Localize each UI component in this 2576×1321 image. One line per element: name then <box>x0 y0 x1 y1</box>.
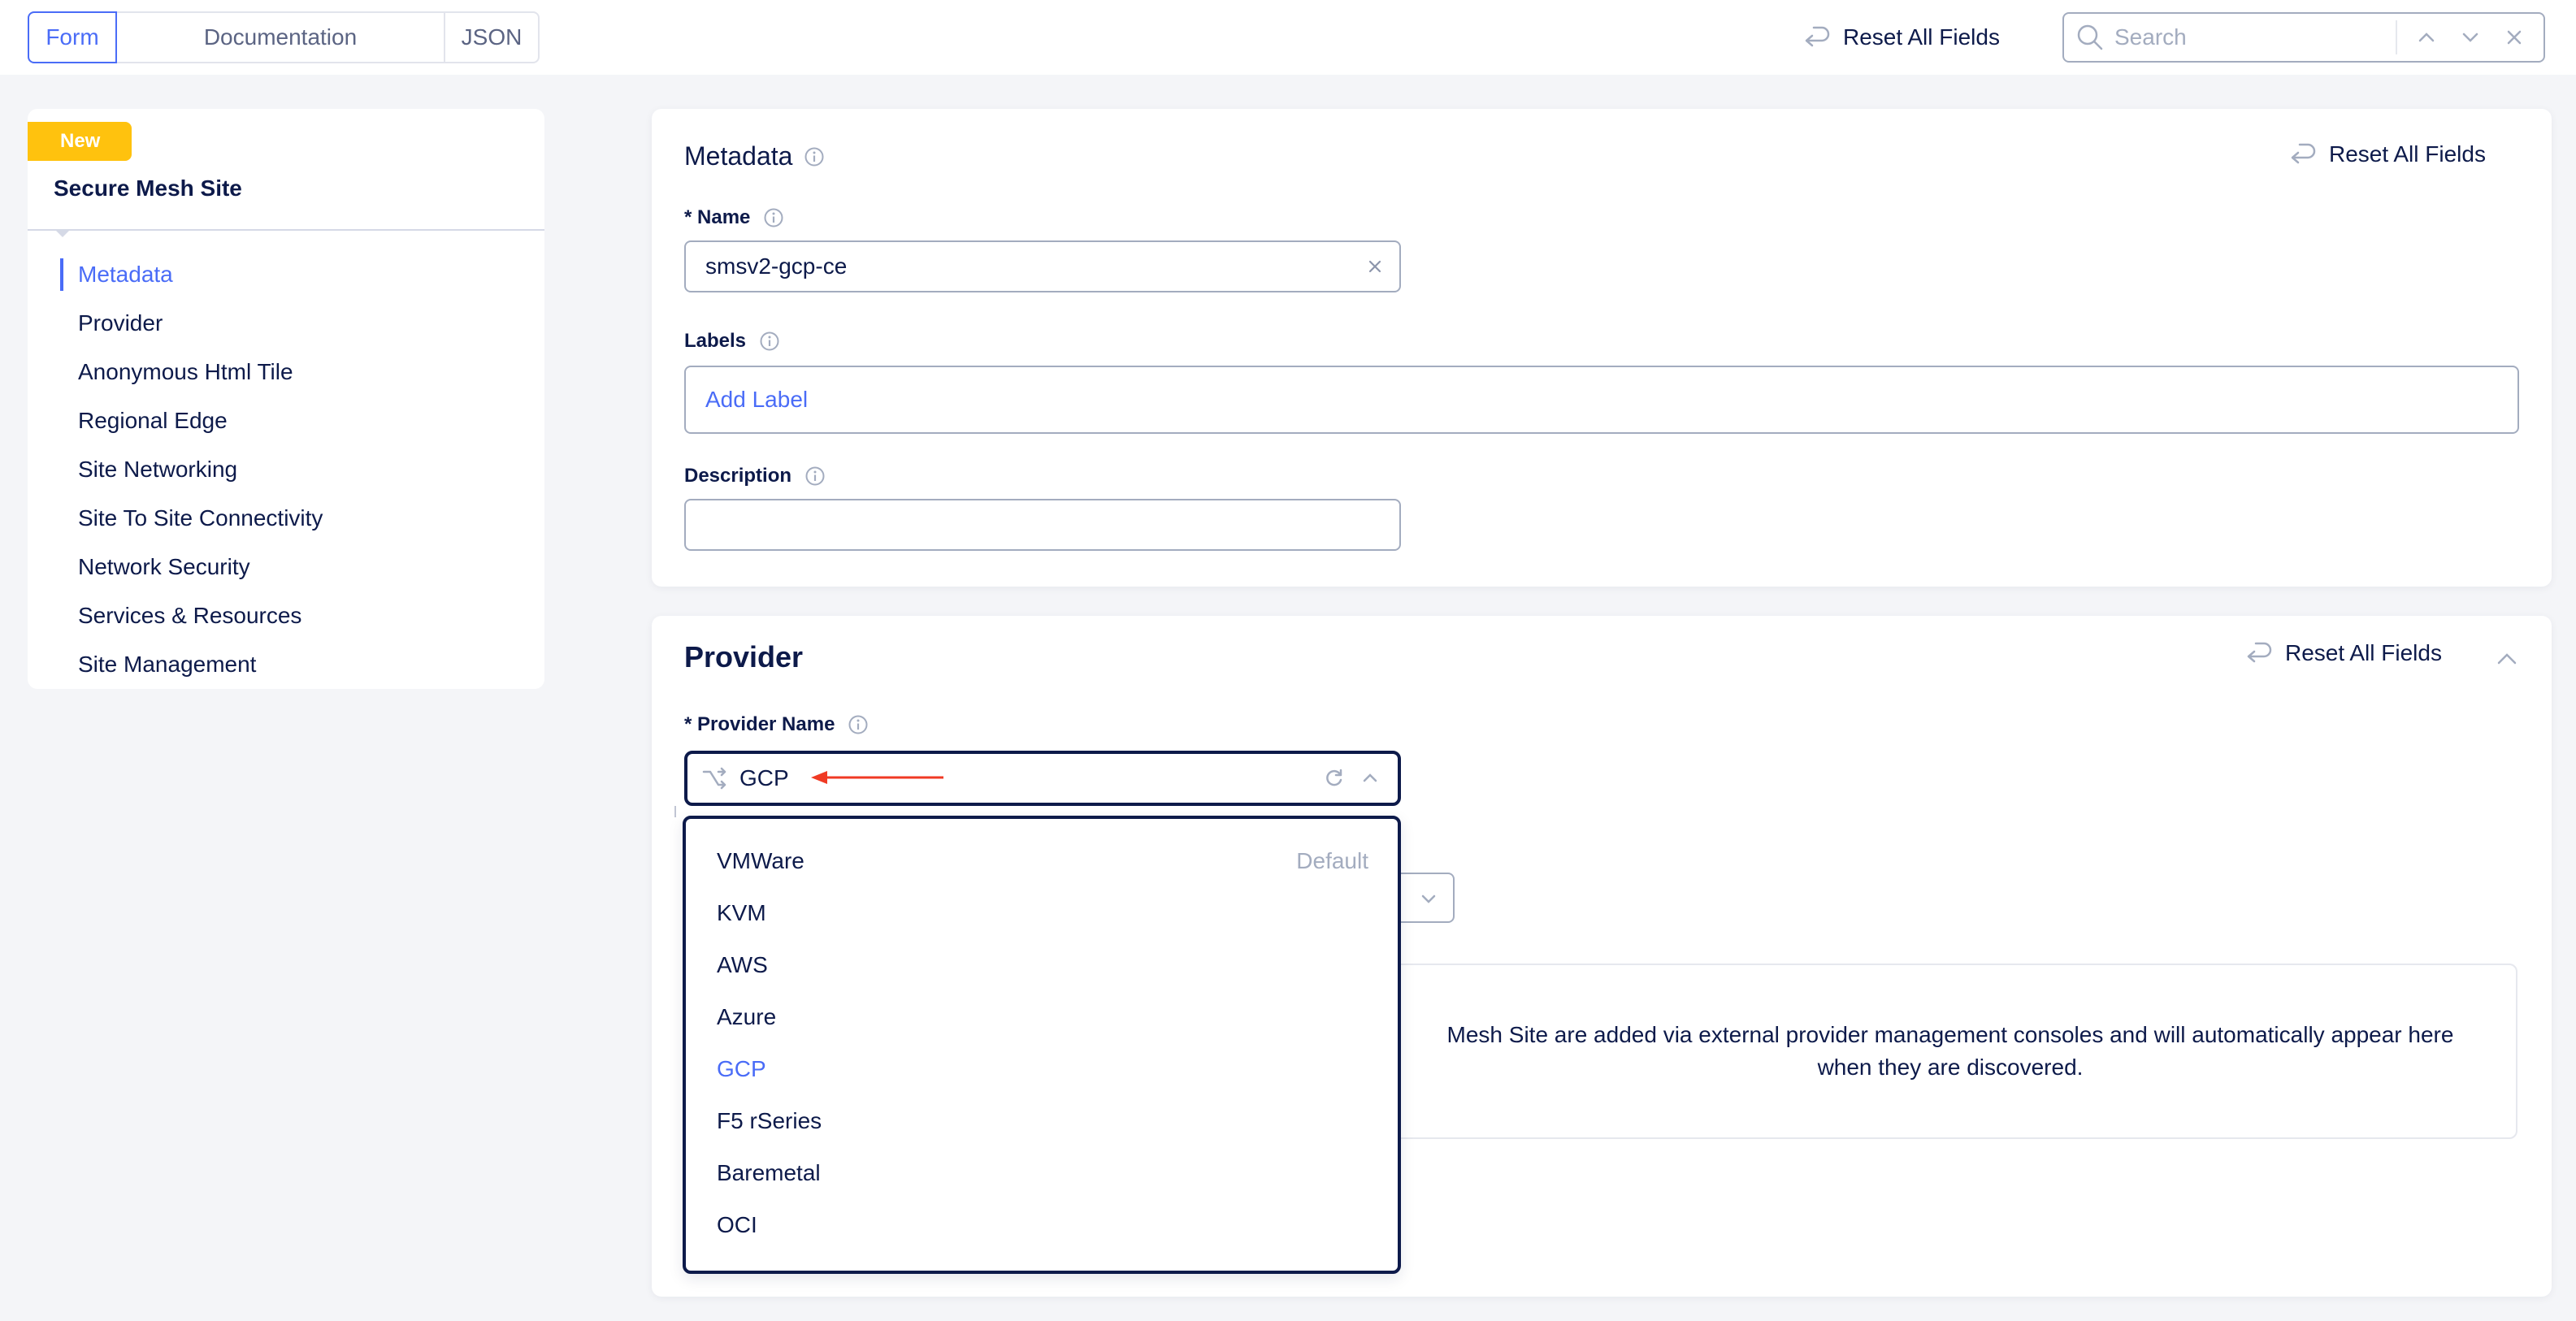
sidebar-item-network-security[interactable]: Network Security <box>28 543 544 591</box>
close-icon <box>2507 30 2522 45</box>
option-label: VMWare <box>717 848 804 873</box>
provider-dropdown-menu: VMWare Default KVM AWS Azure GCP F5 rSer… <box>683 816 1401 1274</box>
undo-icon <box>2247 642 2272 663</box>
sidebar-item-regional-edge[interactable]: Regional Edge <box>28 396 544 445</box>
option-label: KVM <box>717 900 766 925</box>
labels-input[interactable]: Add Label <box>684 366 2519 434</box>
default-tag: Default <box>1296 848 1368 873</box>
new-badge: New <box>28 122 132 161</box>
chevron-down-icon <box>2462 32 2478 42</box>
dropdown-option-aws[interactable]: AWS <box>686 939 1398 991</box>
annotation-arrow-icon <box>811 771 943 784</box>
metadata-reset-button[interactable]: Reset All Fields <box>2290 141 2486 167</box>
name-value: smsv2-gcp-ce <box>705 253 848 279</box>
sidebar-item-metadata[interactable]: Metadata <box>28 250 544 299</box>
dropdown-option-vmware[interactable]: VMWare Default <box>686 835 1398 887</box>
add-label-link[interactable]: Add Label <box>705 387 808 413</box>
dropdown-option-kvm[interactable]: KVM <box>686 887 1398 939</box>
description-input[interactable] <box>684 499 1401 551</box>
option-label: F5 rSeries <box>717 1108 822 1133</box>
provider-name-label-row: * Provider Name <box>684 713 869 736</box>
sidebar-item-provider[interactable]: Provider <box>28 299 544 348</box>
merge-icon <box>702 767 726 790</box>
option-label: GCP <box>717 1056 766 1081</box>
option-label: Baremetal <box>717 1160 821 1185</box>
search-input[interactable] <box>2114 24 2383 50</box>
sidebar-divider <box>28 229 544 231</box>
option-label: Azure <box>717 1004 777 1029</box>
search-previous-button[interactable] <box>2412 23 2441 52</box>
chevron-up-icon[interactable] <box>1359 767 1381 790</box>
description-label-row: Description <box>684 465 826 487</box>
chevron-down-icon <box>1421 894 1436 903</box>
sidebar: New Secure Mesh Site Metadata Provider A… <box>28 109 544 689</box>
tab-form[interactable]: Form <box>28 11 117 63</box>
info-icon[interactable] <box>763 207 784 228</box>
search-next-button[interactable] <box>2456 23 2485 52</box>
collapse-section-icon[interactable] <box>2495 647 2519 671</box>
provider-reset-button[interactable]: Reset All Fields <box>2246 640 2442 666</box>
search-box <box>2062 12 2545 63</box>
provider-reset-label: Reset All Fields <box>2285 640 2442 665</box>
dropdown-option-oci[interactable]: OCI <box>686 1199 1398 1251</box>
search-divider <box>2396 20 2397 54</box>
sidebar-nav: Metadata Provider Anonymous Html Tile Re… <box>28 250 544 689</box>
provider-title: Provider <box>684 640 804 673</box>
tab-documentation[interactable]: Documentation <box>117 13 445 62</box>
sidebar-notch <box>55 230 70 237</box>
info-icon[interactable] <box>848 714 869 735</box>
search-close-button[interactable] <box>2500 23 2529 52</box>
dropdown-option-gcp[interactable]: GCP <box>686 1043 1398 1095</box>
undo-icon <box>1805 26 1830 47</box>
labels-label: Labels <box>684 330 747 352</box>
metadata-title-row: Metadata <box>684 141 825 171</box>
info-icon[interactable] <box>759 331 780 352</box>
provider-name-select[interactable]: GCP <box>684 751 1401 806</box>
refresh-icon[interactable] <box>1323 767 1346 790</box>
option-label: OCI <box>717 1212 757 1237</box>
tab-json[interactable]: JSON <box>445 13 538 62</box>
description-label: Description <box>684 465 792 487</box>
sidebar-item-services-resources[interactable]: Services & Resources <box>28 591 544 640</box>
metadata-reset-label: Reset All Fields <box>2329 141 2486 167</box>
provider-selected-value: GCP <box>739 765 789 790</box>
provider-info-text: Mesh Site are added via external provide… <box>1446 1022 2454 1080</box>
name-label: * Name <box>684 206 751 228</box>
info-icon[interactable] <box>804 146 825 167</box>
name-input[interactable]: smsv2-gcp-ce <box>684 240 1401 292</box>
reset-all-fields-button[interactable]: Reset All Fields <box>1804 18 2000 57</box>
clear-icon[interactable] <box>1364 255 1386 278</box>
metadata-title: Metadata <box>684 141 793 171</box>
sidebar-item-site-to-site-connectivity[interactable]: Site To Site Connectivity <box>28 494 544 543</box>
info-icon[interactable] <box>804 466 826 487</box>
sidebar-item-site-networking[interactable]: Site Networking <box>28 445 544 494</box>
search-icon <box>2077 24 2103 50</box>
sidebar-item-site-management[interactable]: Site Management <box>28 640 544 689</box>
sidebar-item-anonymous-html-tile[interactable]: Anonymous Html Tile <box>28 348 544 396</box>
top-bar: Form Documentation JSON Reset All Fields <box>0 0 2576 75</box>
tree-guide-line <box>674 806 676 817</box>
undo-icon <box>2291 143 2316 164</box>
labels-label-row: Labels <box>684 330 780 353</box>
metadata-section: Metadata Reset All Fields * Name smsv2-g… <box>652 109 2552 587</box>
chevron-up-icon <box>2418 32 2435 42</box>
provider-name-label: * Provider Name <box>684 713 835 735</box>
dropdown-option-f5-rseries[interactable]: F5 rSeries <box>686 1095 1398 1147</box>
reset-all-fields-label: Reset All Fields <box>1843 24 2000 50</box>
sidebar-title: Secure Mesh Site <box>54 175 242 201</box>
option-label: AWS <box>717 952 768 977</box>
view-tabs: Form Documentation JSON <box>28 11 540 63</box>
name-label-row: * Name <box>684 206 784 229</box>
dropdown-option-baremetal[interactable]: Baremetal <box>686 1147 1398 1199</box>
dropdown-option-azure[interactable]: Azure <box>686 991 1398 1043</box>
